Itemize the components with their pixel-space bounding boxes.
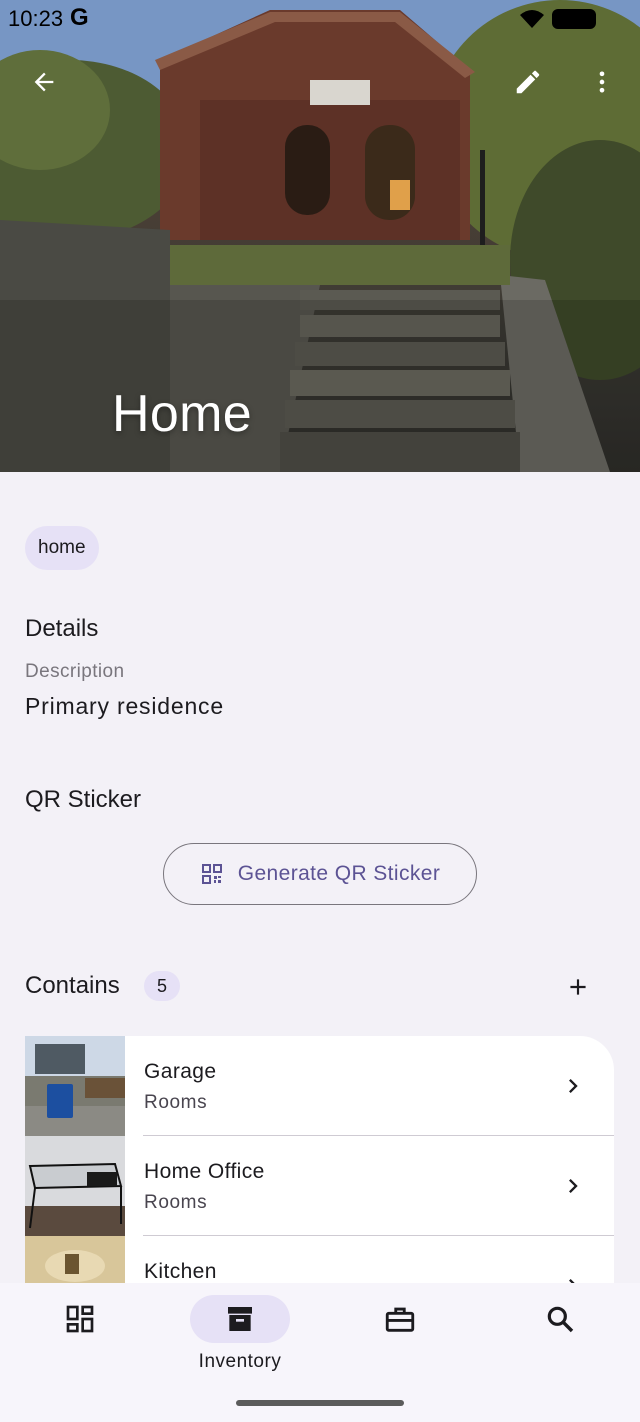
google-icon: G [70, 4, 89, 31]
list-item-name: Garage [144, 1060, 217, 1083]
garage-thumbnail [25, 1036, 125, 1136]
list-item-type: Rooms [144, 1192, 208, 1213]
details-heading: Details [25, 615, 99, 642]
add-item-button[interactable] [556, 965, 600, 1009]
battery-icon [552, 9, 596, 29]
nav-tools[interactable] [320, 1295, 480, 1375]
edit-button[interactable] [506, 60, 550, 104]
list-item-name: Home Office [144, 1160, 265, 1183]
list-item-garage[interactable]: Garage Rooms [25, 1036, 614, 1136]
contains-heading: Contains [25, 972, 120, 999]
page-title: Home [112, 385, 252, 443]
pencil-icon [516, 70, 540, 94]
status-time: 10:23 [8, 6, 64, 31]
nav-search[interactable] [480, 1295, 640, 1375]
chevron-right-icon [569, 1279, 575, 1283]
arrow-back-icon [34, 72, 54, 92]
toolbox-icon [385, 1307, 415, 1332]
tag-chip[interactable]: home [25, 526, 99, 570]
generate-qr-button[interactable]: Generate QR Sticker [163, 843, 477, 905]
qr-code-icon [201, 864, 222, 884]
generate-qr-label: Generate QR Sticker [237, 862, 441, 885]
description-value: Primary residence [25, 693, 224, 719]
chevron-right-icon [569, 1179, 578, 1193]
back-button[interactable] [22, 60, 66, 104]
home-indicator[interactable] [236, 1400, 404, 1406]
more-vert-icon [599, 71, 605, 93]
nav-inventory[interactable]: Inventory [160, 1295, 320, 1375]
list-item-name: Kitchen [144, 1260, 217, 1283]
plus-icon [570, 979, 586, 995]
home-office-thumbnail [25, 1136, 125, 1236]
contains-list: Garage Rooms Home Office Rooms Kitchen [25, 1036, 614, 1283]
wifi-icon [520, 10, 544, 28]
list-item-type: Rooms [144, 1092, 208, 1113]
list-item-kitchen[interactable]: Kitchen Rooms [25, 1236, 614, 1283]
dashboard-icon [66, 1305, 94, 1333]
nav-dashboard[interactable] [0, 1295, 160, 1375]
search-icon [547, 1306, 574, 1333]
more-options-button[interactable] [580, 60, 624, 104]
nav-label: Inventory [198, 1351, 282, 1372]
chevron-right-icon [569, 1079, 578, 1093]
list-item-home-office[interactable]: Home Office Rooms [25, 1136, 614, 1236]
qr-sticker-heading: QR Sticker [25, 786, 142, 813]
inventory-box-icon [228, 1307, 252, 1331]
status-bar: 10:23 G [0, 0, 640, 38]
description-label: Description [25, 661, 125, 682]
kitchen-thumbnail [25, 1236, 125, 1283]
contains-count-badge: 5 [144, 971, 180, 1001]
